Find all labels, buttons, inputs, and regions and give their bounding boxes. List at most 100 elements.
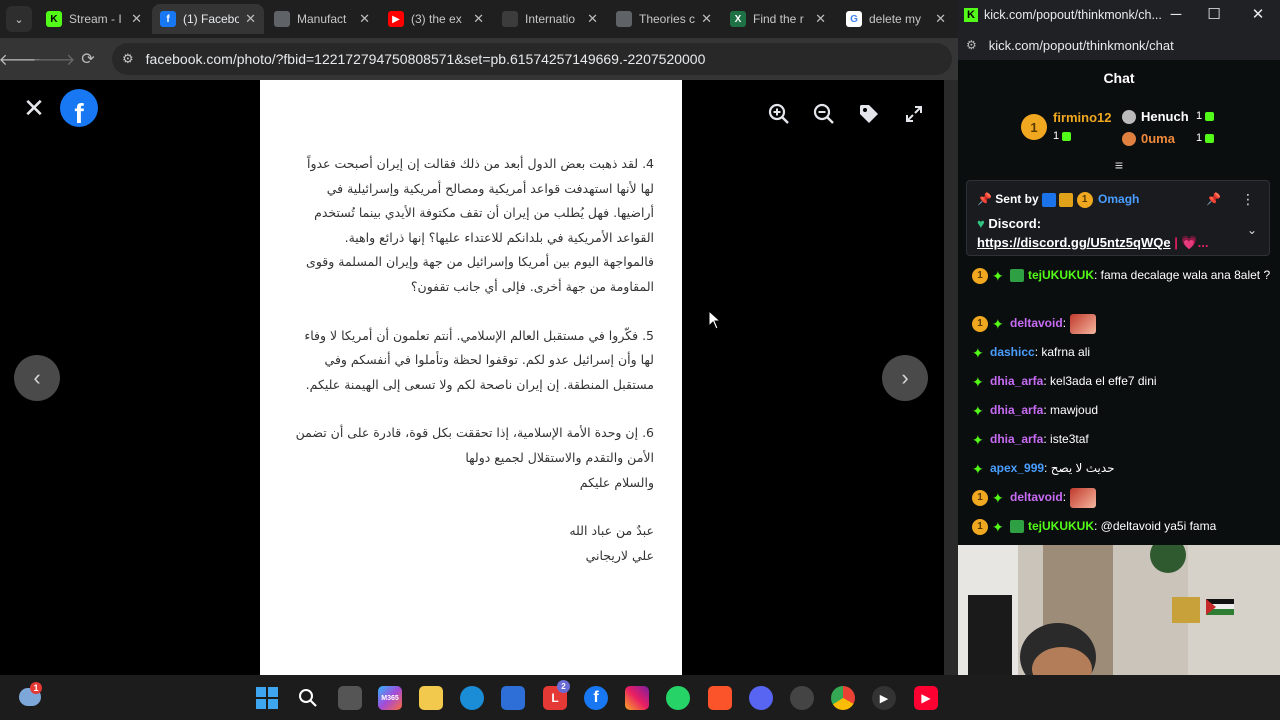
tab[interactable]: ▶ (3) the ex ✕ (380, 4, 492, 34)
tab[interactable]: K Stream - I ✕ (38, 4, 150, 34)
tab-close-icon[interactable]: ✕ (473, 11, 484, 27)
reload-button[interactable]: ⟳ (77, 48, 99, 70)
og-badge-icon: ✦ (992, 490, 1004, 506)
chat-text: : حديث لا يصح (1044, 461, 1115, 475)
tab[interactable]: f (1) Facebo ✕ (152, 4, 264, 34)
office-l-icon[interactable]: L 2 (543, 680, 570, 710)
microsoft365-icon[interactable]: M365 (378, 686, 402, 710)
back-button[interactable]: 🡐 (0, 48, 41, 70)
tab-close-icon[interactable]: ✕ (935, 11, 946, 27)
pinned-title: ♥ Discord: (977, 216, 1042, 231)
brave-icon[interactable] (708, 686, 732, 710)
tab-close-icon[interactable]: ✕ (245, 11, 256, 27)
store-icon[interactable] (501, 686, 525, 710)
og-badge-icon: ✦ (972, 431, 984, 448)
leader-name[interactable]: 0uma (1141, 131, 1175, 146)
minimize-icon[interactable]: ─ (1166, 5, 1186, 25)
emote-image (1070, 314, 1097, 334)
tab-title: Theories c (639, 12, 696, 26)
task-view-icon[interactable] (338, 686, 362, 710)
kick-chat-window: K kick.com/popout/thinkmonk/ch... ─ ☐ ✕ … (958, 0, 1280, 545)
tab[interactable]: Theories c ✕ (608, 4, 720, 34)
chat-message: 1 ✦ tejUKUKUK: @deltavoid ya5i fama (972, 517, 1272, 536)
chat-username[interactable]: deltavoid (1010, 316, 1063, 330)
chat-username[interactable]: dhia_arfa (990, 403, 1043, 417)
more-options-icon[interactable]: ⋮ (1241, 191, 1255, 208)
tab-close-icon[interactable]: ✕ (359, 11, 370, 27)
close-window-icon[interactable]: ✕ (1248, 5, 1268, 25)
tab-close-icon[interactable]: ✕ (131, 11, 142, 27)
chevron-down-icon[interactable]: ⌄ (1247, 223, 1257, 237)
sub-badge-icon: 1 (1076, 192, 1093, 208)
site-info-icon[interactable]: ⚙ (966, 38, 977, 52)
forward-button[interactable]: 🡒 (33, 48, 76, 70)
tab[interactable]: Manufact ✕ (266, 4, 378, 34)
webcam-video (958, 545, 1280, 675)
tab-close-icon[interactable]: ✕ (815, 11, 826, 27)
silver-rank-icon (1122, 110, 1136, 124)
globe-icon (274, 11, 290, 27)
next-photo-button[interactable]: › (882, 355, 928, 401)
chat-message: ✦ dhia_arfa: kel3ada el effe7 dini (972, 372, 1272, 391)
chat-username[interactable]: deltavoid (1010, 490, 1063, 504)
chat-title: Chat (1103, 70, 1135, 86)
tab-strip: ⌄ K Stream - I ✕ f (1) Facebo ✕ Manufact ✕ ▶ (3) … (0, 0, 958, 38)
maximize-icon[interactable]: ☐ (1204, 5, 1224, 25)
site-info-icon[interactable]: ⚙ (122, 51, 134, 67)
url-text: facebook.com/photo/?fbid=122172794750808… (145, 51, 706, 67)
fullscreen-icon[interactable] (902, 102, 926, 126)
chat-username[interactable]: tejUKUKUK (1028, 519, 1094, 533)
whatsapp-icon[interactable] (666, 686, 690, 710)
chat-text: : fama decalage wala ana 8alet ? (1094, 268, 1271, 282)
media-player-icon[interactable]: ▶ (872, 686, 896, 710)
tab[interactable]: Internatio ✕ (494, 4, 606, 34)
page-scrollbar[interactable] (944, 80, 958, 675)
chrome-icon[interactable] (831, 686, 855, 710)
discord-icon[interactable] (749, 686, 773, 710)
chat-username[interactable]: dhia_arfa (990, 374, 1043, 388)
tab-close-icon[interactable]: ✕ (587, 11, 598, 27)
kick-address-bar[interactable]: ⚙ kick.com/popout/thinkmonk/chat (958, 30, 1280, 60)
obs-icon[interactable] (790, 686, 814, 710)
tab-search-button[interactable]: ⌄ (6, 6, 32, 32)
widgets-icon[interactable]: 1 (18, 682, 42, 709)
chat-message-list[interactable]: 1 ✦ tejUKUKUK: fama decalage wala ana 8ale… (958, 262, 1280, 545)
og-badge-icon: ✦ (992, 267, 1004, 284)
pin-icon[interactable]: 📌 (1206, 192, 1221, 206)
facebook-logo-icon[interactable]: f (60, 89, 98, 127)
chat-username[interactable]: tejUKUKUK (1028, 268, 1094, 282)
facebook-icon[interactable]: f (584, 686, 608, 710)
leader-name[interactable]: Henuch (1141, 109, 1189, 124)
tab-title: Manufact (297, 12, 347, 26)
photo-signature-line-1: عبدٌ من عباد الله (569, 523, 654, 539)
instagram-icon[interactable] (625, 686, 649, 710)
previous-photo-button[interactable]: ‹ (14, 355, 60, 401)
tag-icon[interactable] (857, 102, 881, 126)
leader-count: 1 (1196, 110, 1215, 122)
photo-paragraph-6: 6. إن وحدة الأمة الإسلامية، إذا تحققت بك… (295, 425, 654, 465)
pinned-body: https://discord.gg/U5ntz5qWQe | 💗... (977, 235, 1209, 250)
close-icon[interactable]: ✕ (22, 95, 46, 121)
tab-close-icon[interactable]: ✕ (701, 11, 712, 27)
pinned-sender-name[interactable]: Omagh (1098, 192, 1139, 206)
start-icon[interactable] (255, 686, 279, 710)
chat-username[interactable]: apex_999 (990, 461, 1044, 475)
zoom-out-icon[interactable] (812, 102, 836, 126)
chat-username[interactable]: dhia_arfa (990, 432, 1043, 446)
file-explorer-icon[interactable] (419, 686, 443, 710)
collapse-icon[interactable]: ≡ (1111, 158, 1127, 172)
leader-count: 1 (1196, 132, 1215, 144)
youtube-icon[interactable]: ▶ (914, 686, 938, 710)
tab[interactable]: Gdelete my ✕ (838, 4, 954, 34)
zoom-in-icon[interactable] (767, 102, 791, 126)
discord-link[interactable]: https://discord.gg/U5ntz5qWQe (977, 235, 1171, 250)
leader-count: 1 (1053, 130, 1072, 142)
tab[interactable]: X Find the r ✕ (722, 4, 834, 34)
chat-username[interactable]: dashicc (990, 345, 1035, 359)
edge-icon[interactable] (460, 686, 484, 710)
leader-name[interactable]: firmino12 (1053, 110, 1112, 125)
chat-message: 1 ✦ tejUKUKUK: fama decalage wala ana 8ale… (972, 266, 1272, 285)
search-icon[interactable] (296, 686, 320, 710)
document-icon (502, 11, 518, 27)
address-bar[interactable]: ⚙ facebook.com/photo/?fbid=1221727947508… (112, 43, 952, 75)
